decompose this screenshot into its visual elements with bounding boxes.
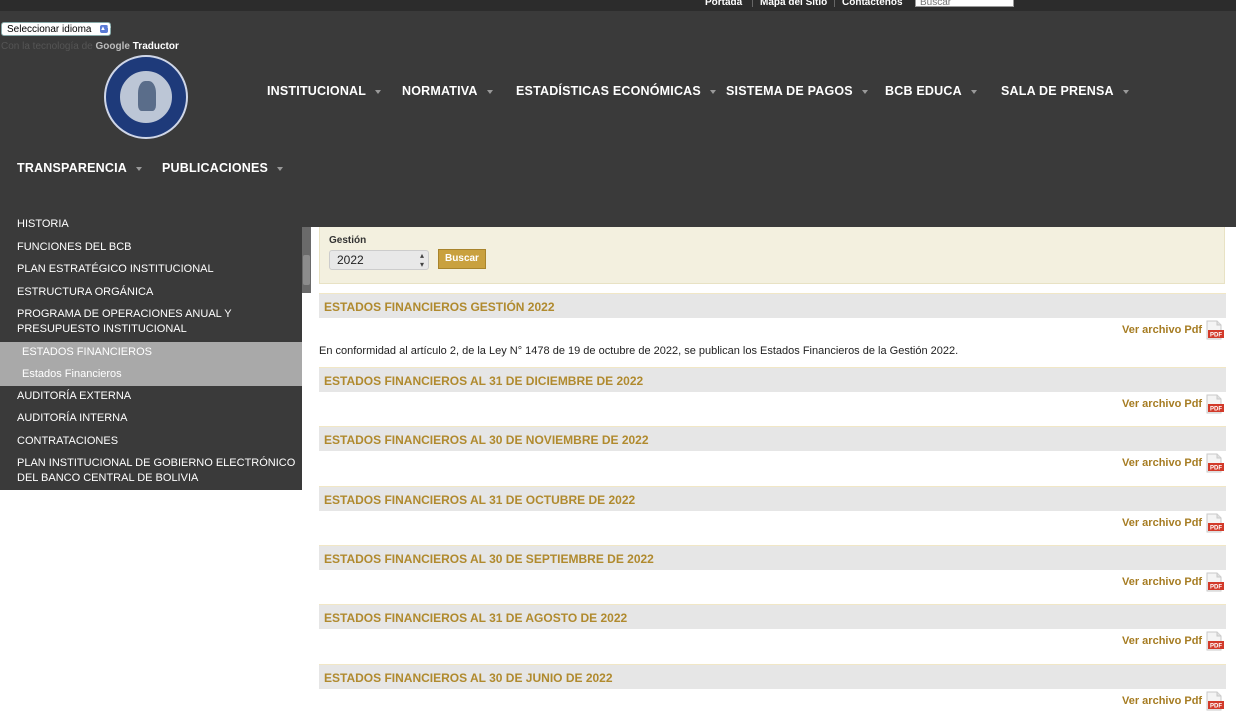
nav-label: ESTADÍSTICAS ECONÓMICAS <box>516 84 701 98</box>
sidebar: HISTORIA FUNCIONES DEL BCB PLAN ESTRATÉG… <box>0 216 302 490</box>
nav-label: SALA DE PRENSA <box>1001 84 1114 98</box>
filter-panel: Gestión 2022 ▴ ▾ Buscar <box>319 227 1225 284</box>
nav-label: BCB EDUCA <box>885 84 962 98</box>
sidebar-scrollbar[interactable] <box>302 227 311 293</box>
caret-down-icon <box>861 89 868 94</box>
section-title: ESTADOS FINANCIEROS AL 31 DE OCTUBRE DE … <box>324 493 636 507</box>
pdf-icon[interactable]: PDF <box>1202 631 1225 651</box>
sidebar-item-auditoria-interna[interactable]: AUDITORÍA INTERNA <box>17 411 127 426</box>
pdf-icon-text: PDF <box>1210 644 1222 650</box>
nav-bcb-educa[interactable]: BCB EDUCA <box>885 84 977 98</box>
pdf-icon[interactable]: PDF <box>1202 453 1225 473</box>
section-header: ESTADOS FINANCIEROS AL 30 DE JUNIO DE 20… <box>319 664 1226 689</box>
buscar-button[interactable]: Buscar <box>438 249 486 269</box>
pdf-icon-text: PDF <box>1210 585 1222 591</box>
caret-down-icon <box>486 89 493 94</box>
gestion-label: Gestión <box>329 235 367 246</box>
sidebar-active-group: ESTADOS FINANCIEROS Estados Financieros <box>0 342 302 386</box>
nav-transparencia[interactable]: TRANSPARENCIA <box>17 161 143 175</box>
pdf-icon-text: PDF <box>1210 407 1222 413</box>
sidebar-item-plan-estrategico[interactable]: PLAN ESTRATÉGICO INSTITUCIONAL <box>17 262 214 277</box>
language-select-label: Seleccionar idioma <box>7 24 92 35</box>
pdf-icon-text: PDF <box>1210 466 1222 472</box>
sidebar-item-auditoria-externa[interactable]: AUDITORÍA EXTERNA <box>17 389 131 404</box>
view-pdf-link[interactable]: Ver archivo Pdf <box>1122 517 1202 529</box>
nav-sistema-de-pagos[interactable]: SISTEMA DE PAGOS <box>726 84 868 98</box>
section-title: ESTADOS FINANCIEROS AL 31 DE AGOSTO DE 2… <box>324 611 628 625</box>
section-header: ESTADOS FINANCIEROS AL 31 DE DICIEMBRE D… <box>319 367 1226 392</box>
top-bar <box>0 0 1236 11</box>
site-header: Portada Mapa del Sitio Contáctenos Selec… <box>0 0 1236 227</box>
toplink-mapa-del-sitio[interactable]: Mapa del Sitio <box>760 0 827 8</box>
view-pdf-link[interactable]: Ver archivo Pdf <box>1122 324 1202 336</box>
section-header: ESTADOS FINANCIEROS AL 30 DE NOVIEMBRE D… <box>319 426 1226 451</box>
nav-label: NORMATIVA <box>402 84 478 98</box>
section-header: ESTADOS FINANCIEROS AL 31 DE AGOSTO DE 2… <box>319 604 1226 629</box>
pdf-icon[interactable]: PDF <box>1202 394 1225 414</box>
top-search-input[interactable] <box>915 0 1014 7</box>
nav-normativa[interactable]: NORMATIVA <box>402 84 493 98</box>
year-select-value: 2022 <box>337 253 364 267</box>
toplink-separator <box>834 0 835 7</box>
translator-link[interactable]: Traductor <box>133 41 179 52</box>
toplink-contactenos[interactable]: Contáctenos <box>842 0 903 8</box>
sidebar-item-contrataciones[interactable]: CONTRATACIONES <box>17 434 118 449</box>
toplink-separator <box>752 0 753 7</box>
sidebar-item-estados-financieros[interactable]: ESTADOS FINANCIEROS <box>22 346 152 358</box>
powered-by-text: Con la tecnología de <box>1 41 93 52</box>
language-select[interactable]: Seleccionar idioma ▲▼ <box>1 22 112 36</box>
pdf-icon-text: PDF <box>1210 704 1222 710</box>
year-select[interactable]: 2022 ▴ ▾ <box>329 250 429 270</box>
sidebar-item-plan-gobierno-electronico[interactable]: PLAN INSTITUCIONAL DE GOBIERNO ELECTRÓNI… <box>17 456 302 486</box>
google-logo: Google <box>95 41 130 52</box>
view-pdf-link[interactable]: Ver archivo Pdf <box>1122 576 1202 588</box>
pdf-icon[interactable]: PDF <box>1202 691 1225 711</box>
section-title: ESTADOS FINANCIEROS AL 31 DE DICIEMBRE D… <box>324 374 644 388</box>
section-header: ESTADOS FINANCIEROS GESTIÓN 2022 <box>319 293 1226 318</box>
description-text: En conformidad al artículo 2, de la Ley … <box>319 345 959 357</box>
pdf-icon-text: PDF <box>1210 526 1222 532</box>
caret-down-icon <box>709 89 716 94</box>
caret-down-icon <box>375 89 382 94</box>
logo-seal <box>118 69 174 125</box>
sidebar-item-estructura[interactable]: ESTRUCTURA ORGÁNICA <box>17 285 153 300</box>
sidebar-item-historia[interactable]: HISTORIA <box>17 217 69 232</box>
nav-label: TRANSPARENCIA <box>17 161 128 175</box>
logo-bust-icon <box>138 81 156 111</box>
nav-label: PUBLICACIONES <box>162 161 269 175</box>
bcb-logo[interactable] <box>104 55 188 139</box>
view-pdf-link[interactable]: Ver archivo Pdf <box>1122 398 1202 410</box>
section-title: ESTADOS FINANCIEROS GESTIÓN 2022 <box>324 300 555 314</box>
nav-institucional[interactable]: INSTITUCIONAL <box>267 84 382 98</box>
scrollbar-thumb[interactable] <box>303 255 310 285</box>
section-title: ESTADOS FINANCIEROS AL 30 DE JUNIO DE 20… <box>324 671 613 685</box>
sidebar-item-programa-operaciones[interactable]: PROGRAMA DE OPERACIONES ANUAL Y PRESUPUE… <box>17 307 302 337</box>
section-header: ESTADOS FINANCIEROS AL 31 DE OCTUBRE DE … <box>319 486 1226 511</box>
nav-sala-de-prensa[interactable]: SALA DE PRENSA <box>1001 84 1129 98</box>
nav-publicaciones[interactable]: PUBLICACIONES <box>162 161 284 175</box>
section-header: ESTADOS FINANCIEROS AL 30 DE SEPTIEMBRE … <box>319 545 1226 570</box>
pdf-icon[interactable]: PDF <box>1202 320 1225 340</box>
nav-estadisticas[interactable]: ESTADÍSTICAS ECONÓMICAS <box>516 84 716 98</box>
caret-down-icon <box>136 166 143 171</box>
view-pdf-link[interactable]: Ver archivo Pdf <box>1122 635 1202 647</box>
pdf-icon-text: PDF <box>1210 333 1222 339</box>
sidebar-item-funciones[interactable]: FUNCIONES DEL BCB <box>17 240 132 255</box>
nav-label: INSTITUCIONAL <box>267 84 367 98</box>
caret-down-icon <box>277 166 284 171</box>
toplink-portada[interactable]: Portada <box>705 0 742 8</box>
pdf-icon[interactable]: PDF <box>1202 572 1225 592</box>
select-arrows-icon: ▴ ▾ <box>419 251 424 269</box>
sidebar-subitem-estados-financieros[interactable]: Estados Financieros <box>22 368 122 380</box>
section-title: ESTADOS FINANCIEROS AL 30 DE SEPTIEMBRE … <box>324 552 654 566</box>
pdf-icon[interactable]: PDF <box>1202 513 1225 533</box>
section-title: ESTADOS FINANCIEROS AL 30 DE NOVIEMBRE D… <box>324 433 649 447</box>
caret-down-icon <box>970 89 977 94</box>
select-arrow-icon: ▲▼ <box>100 25 112 33</box>
view-pdf-link[interactable]: Ver archivo Pdf <box>1122 695 1202 707</box>
google-translate-credit: Con la tecnología de Google Traductor <box>1 41 179 52</box>
view-pdf-link[interactable]: Ver archivo Pdf <box>1122 457 1202 469</box>
nav-label: SISTEMA DE PAGOS <box>726 84 853 98</box>
caret-down-icon <box>1122 89 1129 94</box>
